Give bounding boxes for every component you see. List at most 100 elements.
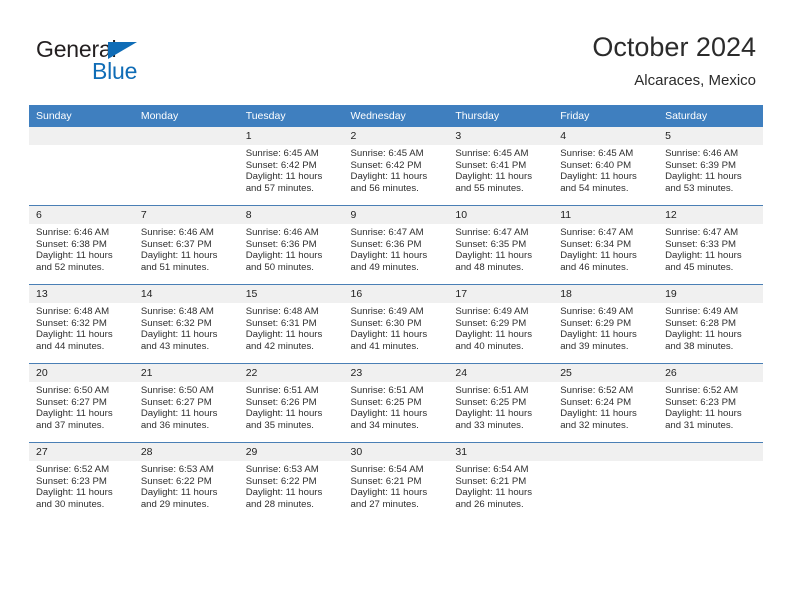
day-cell[interactable]: 16 Sunrise: 6:49 AM Sunset: 6:30 PM Dayligh… bbox=[343, 284, 449, 364]
sunrise-text: Sunrise: 6:52 AM bbox=[36, 464, 110, 475]
sunset-text: Sunset: 6:42 PM bbox=[245, 159, 317, 171]
day-cell[interactable]: 9 Sunrise: 6:47 AM Sunset: 6:36 PM Daylight… bbox=[343, 205, 449, 285]
day-cell[interactable]: 7 Sunrise: 6:46 AM Sunset: 6:37 PM Daylight… bbox=[133, 205, 239, 285]
day-cell[interactable] bbox=[658, 442, 763, 521]
day-cell[interactable]: 14 Sunrise: 6:48 AM Sunset: 6:32 PM Dayligh… bbox=[133, 284, 239, 364]
sunset-text: Sunset: 6:36 PM bbox=[245, 238, 317, 250]
day-cell[interactable]: 23 Sunrise: 6:51 AM Sunset: 6:25 PM Dayligh… bbox=[343, 363, 449, 443]
day-cell[interactable]: 26 Sunrise: 6:52 AM Sunset: 6:23 PM Dayligh… bbox=[658, 363, 763, 443]
sunrise-text: Sunrise: 6:51 AM bbox=[455, 385, 529, 396]
day-cell[interactable]: 22 Sunrise: 6:51 AM Sunset: 6:26 PM Dayligh… bbox=[238, 363, 344, 443]
day-cell[interactable]: 1 Sunrise: 6:45 AM Sunset: 6:42 PM Daylight… bbox=[238, 127, 344, 206]
sunrise-text: Sunrise: 6:52 AM bbox=[560, 385, 634, 396]
day-cell[interactable] bbox=[29, 127, 134, 206]
day-cell[interactable]: 25 Sunrise: 6:52 AM Sunset: 6:24 PM Dayligh… bbox=[553, 363, 659, 443]
sunset-text: Sunset: 6:21 PM bbox=[350, 475, 422, 487]
weekday-header-monday: Monday bbox=[133, 105, 239, 127]
day-cell[interactable]: 30 Sunrise: 6:54 AM Sunset: 6:21 PM Dayligh… bbox=[343, 442, 449, 521]
week-row: 20 Sunrise: 6:50 AM Sunset: 6:27 PM Dayligh… bbox=[29, 363, 763, 443]
day-number: 19 bbox=[658, 285, 763, 303]
sunset-text: Sunset: 6:26 PM bbox=[245, 396, 317, 408]
day-cell[interactable]: 8 Sunrise: 6:46 AM Sunset: 6:36 PM Daylight… bbox=[238, 205, 344, 285]
daylight-text: Daylight: 11 hours and 33 minutes. bbox=[455, 408, 532, 431]
daylight-text: Daylight: 11 hours and 32 minutes. bbox=[560, 408, 637, 431]
day-number: 14 bbox=[133, 285, 239, 303]
day-cell[interactable]: 11 Sunrise: 6:47 AM Sunset: 6:34 PM Dayligh… bbox=[553, 205, 659, 285]
sunrise-text: Sunrise: 6:49 AM bbox=[455, 306, 529, 317]
day-cell[interactable]: 4 Sunrise: 6:45 AM Sunset: 6:40 PM Daylight… bbox=[553, 127, 659, 206]
sunrise-text: Sunrise: 6:51 AM bbox=[245, 385, 319, 396]
sunrise-text: Sunrise: 6:46 AM bbox=[140, 227, 214, 238]
day-cell[interactable]: 29 Sunrise: 6:53 AM Sunset: 6:22 PM Dayligh… bbox=[238, 442, 344, 521]
day-number: 9 bbox=[343, 206, 449, 224]
calendar-body: 1 Sunrise: 6:45 AM Sunset: 6:42 PM Daylight… bbox=[29, 127, 763, 521]
page-subtitle: Alcaraces, Mexico bbox=[634, 72, 756, 89]
day-cell[interactable]: 15 Sunrise: 6:48 AM Sunset: 6:31 PM Dayligh… bbox=[238, 284, 344, 364]
daylight-text: Daylight: 11 hours and 27 minutes. bbox=[350, 487, 428, 510]
day-number bbox=[658, 443, 763, 461]
daylight-text: Daylight: 11 hours and 50 minutes. bbox=[245, 250, 323, 273]
day-cell[interactable]: 19 Sunrise: 6:49 AM Sunset: 6:28 PM Dayligh… bbox=[658, 284, 763, 364]
sunset-text: Sunset: 6:34 PM bbox=[560, 238, 632, 250]
day-cell[interactable]: 3 Sunrise: 6:45 AM Sunset: 6:41 PM Daylight… bbox=[448, 127, 554, 206]
day-cell[interactable]: 2 Sunrise: 6:45 AM Sunset: 6:42 PM Daylight… bbox=[343, 127, 449, 206]
daylight-text: Daylight: 11 hours and 48 minutes. bbox=[455, 250, 532, 273]
sunset-text: Sunset: 6:27 PM bbox=[36, 396, 107, 408]
sunrise-text: Sunrise: 6:54 AM bbox=[350, 464, 424, 475]
day-number: 22 bbox=[238, 364, 344, 382]
day-cell[interactable]: 5 Sunrise: 6:46 AM Sunset: 6:39 PM Daylight… bbox=[658, 127, 763, 206]
general-blue-logo[interactable]: General Blue bbox=[36, 36, 226, 88]
day-number: 13 bbox=[29, 285, 134, 303]
logo-triangle-icon bbox=[108, 42, 137, 59]
day-cell[interactable]: 10 Sunrise: 6:47 AM Sunset: 6:35 PM Dayligh… bbox=[448, 205, 554, 285]
sunset-text: Sunset: 6:38 PM bbox=[36, 238, 107, 250]
weekday-header-thursday: Thursday bbox=[448, 105, 554, 127]
day-number: 24 bbox=[448, 364, 554, 382]
day-cell[interactable]: 17 Sunrise: 6:49 AM Sunset: 6:29 PM Dayligh… bbox=[448, 284, 554, 364]
daylight-text: Daylight: 11 hours and 46 minutes. bbox=[560, 250, 637, 273]
day-cell[interactable]: 28 Sunrise: 6:53 AM Sunset: 6:22 PM Dayligh… bbox=[133, 442, 239, 521]
day-cell[interactable]: 20 Sunrise: 6:50 AM Sunset: 6:27 PM Dayligh… bbox=[29, 363, 134, 443]
day-cell[interactable]: 18 Sunrise: 6:49 AM Sunset: 6:29 PM Dayligh… bbox=[553, 284, 659, 364]
sunrise-text: Sunrise: 6:45 AM bbox=[560, 148, 634, 159]
week-row: 27 Sunrise: 6:52 AM Sunset: 6:23 PM Dayligh… bbox=[29, 442, 763, 521]
sunrise-text: Sunrise: 6:46 AM bbox=[245, 227, 319, 238]
day-number: 15 bbox=[238, 285, 344, 303]
daylight-text: Daylight: 11 hours and 42 minutes. bbox=[245, 329, 323, 352]
day-cell[interactable]: 13 Sunrise: 6:48 AM Sunset: 6:32 PM Dayligh… bbox=[29, 284, 134, 364]
daylight-text: Daylight: 11 hours and 57 minutes. bbox=[245, 171, 323, 194]
calendar-table: Sunday Monday Tuesday Wednesday Thursday… bbox=[29, 105, 763, 521]
sunset-text: Sunset: 6:25 PM bbox=[455, 396, 527, 408]
day-number: 20 bbox=[29, 364, 134, 382]
day-cell[interactable]: 12 Sunrise: 6:47 AM Sunset: 6:33 PM Dayligh… bbox=[658, 205, 763, 285]
daylight-text: Daylight: 11 hours and 30 minutes. bbox=[36, 487, 113, 510]
weekday-header-wednesday: Wednesday bbox=[343, 105, 449, 127]
daylight-text: Daylight: 11 hours and 41 minutes. bbox=[350, 329, 428, 352]
sunset-text: Sunset: 6:35 PM bbox=[455, 238, 527, 250]
sunset-text: Sunset: 6:31 PM bbox=[245, 317, 317, 329]
daylight-text: Daylight: 11 hours and 45 minutes. bbox=[665, 250, 742, 273]
calendar-header-row: Sunday Monday Tuesday Wednesday Thursday… bbox=[29, 105, 763, 127]
daylight-text: Daylight: 11 hours and 40 minutes. bbox=[455, 329, 532, 352]
sunrise-text: Sunrise: 6:54 AM bbox=[455, 464, 529, 475]
sunset-text: Sunset: 6:41 PM bbox=[455, 159, 527, 171]
day-cell[interactable] bbox=[133, 127, 239, 206]
sunset-text: Sunset: 6:29 PM bbox=[455, 317, 527, 329]
day-cell[interactable]: 6 Sunrise: 6:46 AM Sunset: 6:38 PM Daylight… bbox=[29, 205, 134, 285]
sunrise-text: Sunrise: 6:53 AM bbox=[140, 464, 214, 475]
sunrise-text: Sunrise: 6:49 AM bbox=[665, 306, 739, 317]
day-cell[interactable]: 31 Sunrise: 6:54 AM Sunset: 6:21 PM Dayligh… bbox=[448, 442, 554, 521]
day-number: 18 bbox=[553, 285, 659, 303]
day-number: 17 bbox=[448, 285, 554, 303]
sunset-text: Sunset: 6:32 PM bbox=[36, 317, 107, 329]
daylight-text: Daylight: 11 hours and 54 minutes. bbox=[560, 171, 637, 194]
day-number bbox=[133, 127, 239, 145]
sunrise-text: Sunrise: 6:47 AM bbox=[665, 227, 739, 238]
day-cell[interactable]: 27 Sunrise: 6:52 AM Sunset: 6:23 PM Dayligh… bbox=[29, 442, 134, 521]
daylight-text: Daylight: 11 hours and 39 minutes. bbox=[560, 329, 637, 352]
sunset-text: Sunset: 6:33 PM bbox=[665, 238, 736, 250]
day-cell[interactable] bbox=[553, 442, 659, 521]
day-cell[interactable]: 24 Sunrise: 6:51 AM Sunset: 6:25 PM Dayligh… bbox=[448, 363, 554, 443]
day-cell[interactable]: 21 Sunrise: 6:50 AM Sunset: 6:27 PM Dayligh… bbox=[133, 363, 239, 443]
sunset-text: Sunset: 6:21 PM bbox=[455, 475, 527, 487]
